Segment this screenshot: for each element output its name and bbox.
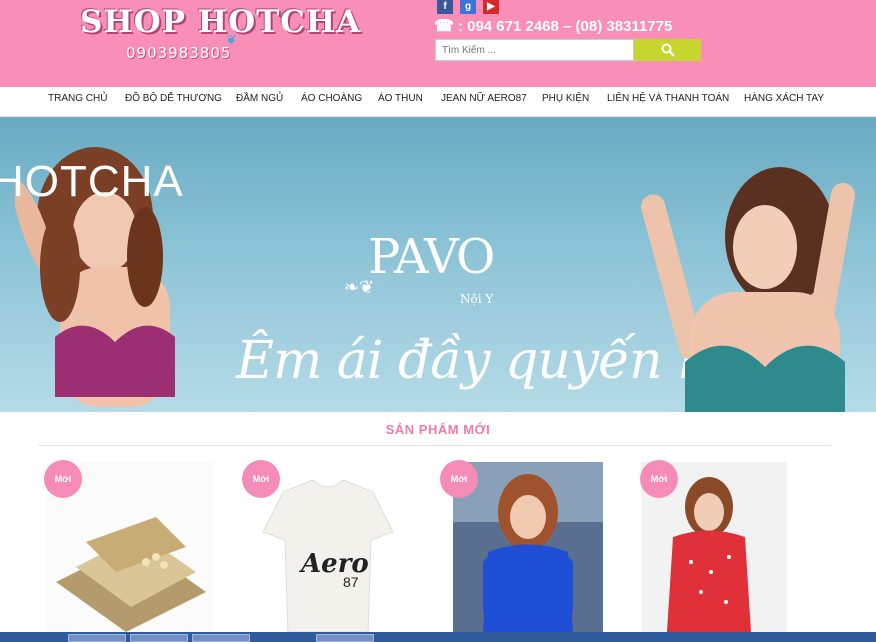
nav-item-do-bo[interactable]: ĐỒ BỘ DỄ THƯƠNG xyxy=(125,93,222,104)
taskbar-button[interactable] xyxy=(192,634,250,642)
taskbar-button[interactable] xyxy=(130,634,188,642)
youtube-icon[interactable]: ▶ xyxy=(483,0,499,14)
nav-item-lien-he[interactable]: LIÊN HỆ VÀ THANH TOÁN xyxy=(607,93,729,104)
badge-new: Mới xyxy=(640,460,678,498)
phone-icon: ☎ xyxy=(434,18,454,35)
shop-logo[interactable]: SHOP HOTCHA xyxy=(80,4,361,40)
pavo-subtitle: Nội Y xyxy=(460,292,494,306)
nav-item-ao-choang[interactable]: ÁO CHOÀNG xyxy=(301,93,362,104)
search-input[interactable] xyxy=(435,39,634,61)
logo-phone-number: 0903983805 xyxy=(126,44,232,62)
banner-watermark: HOTCHA xyxy=(0,157,184,206)
nav-item-phu-kien[interactable]: PHỤ KIỆN xyxy=(542,93,589,104)
badge-new: Mới xyxy=(44,460,82,498)
nav-item-dam-ngu[interactable]: ĐẦM NGỦ xyxy=(236,93,283,104)
svg-text:87: 87 xyxy=(343,574,359,590)
nav-item-ao-thun[interactable]: ÁO THUN xyxy=(378,93,423,104)
model-right-image xyxy=(641,167,855,412)
nav-item-jean-aero87[interactable]: JEAN NỮ AERO87 xyxy=(441,93,527,104)
hotline-text: : 094 671 2468 – (08) 38311775 xyxy=(457,18,673,35)
nav-item-trang-chu[interactable]: TRANG CHỦ xyxy=(48,93,107,104)
taskbar-button[interactable] xyxy=(68,634,126,642)
hotline: ☎: 094 671 2468 – (08) 38311775 xyxy=(434,16,672,36)
section-divider xyxy=(38,445,831,446)
google-plus-icon[interactable]: g xyxy=(460,0,476,14)
site-header: SHOP HOTCHA 0903983805 ❦ f g ▶ ☎: 094 67… xyxy=(0,0,876,87)
pavo-brand: PAVO xyxy=(368,229,495,285)
badge-new: Mới xyxy=(242,460,280,498)
taskbar-button[interactable] xyxy=(316,634,374,642)
search-button[interactable] xyxy=(634,39,701,61)
nav-item-hang-xach-tay[interactable]: HÀNG XÁCH TAY xyxy=(744,93,824,104)
hero-banner[interactable]: HOTCHA PAVO ❧❦ Nội Y Êm ái đầy quyến rũ xyxy=(0,117,876,412)
ornament-icon: ❧❦ xyxy=(344,277,375,297)
badge-new: Mới xyxy=(440,460,478,498)
main-nav: TRANG CHỦ ĐỒ BỘ DỄ THƯƠNG ĐẦM NGỦ ÁO CHO… xyxy=(0,87,876,117)
bird-icon: ❦ xyxy=(226,32,237,47)
search-icon xyxy=(661,43,675,57)
section-title-new-products: SẢN PHẨM MỚI xyxy=(385,422,491,437)
facebook-icon[interactable]: f xyxy=(437,0,453,14)
